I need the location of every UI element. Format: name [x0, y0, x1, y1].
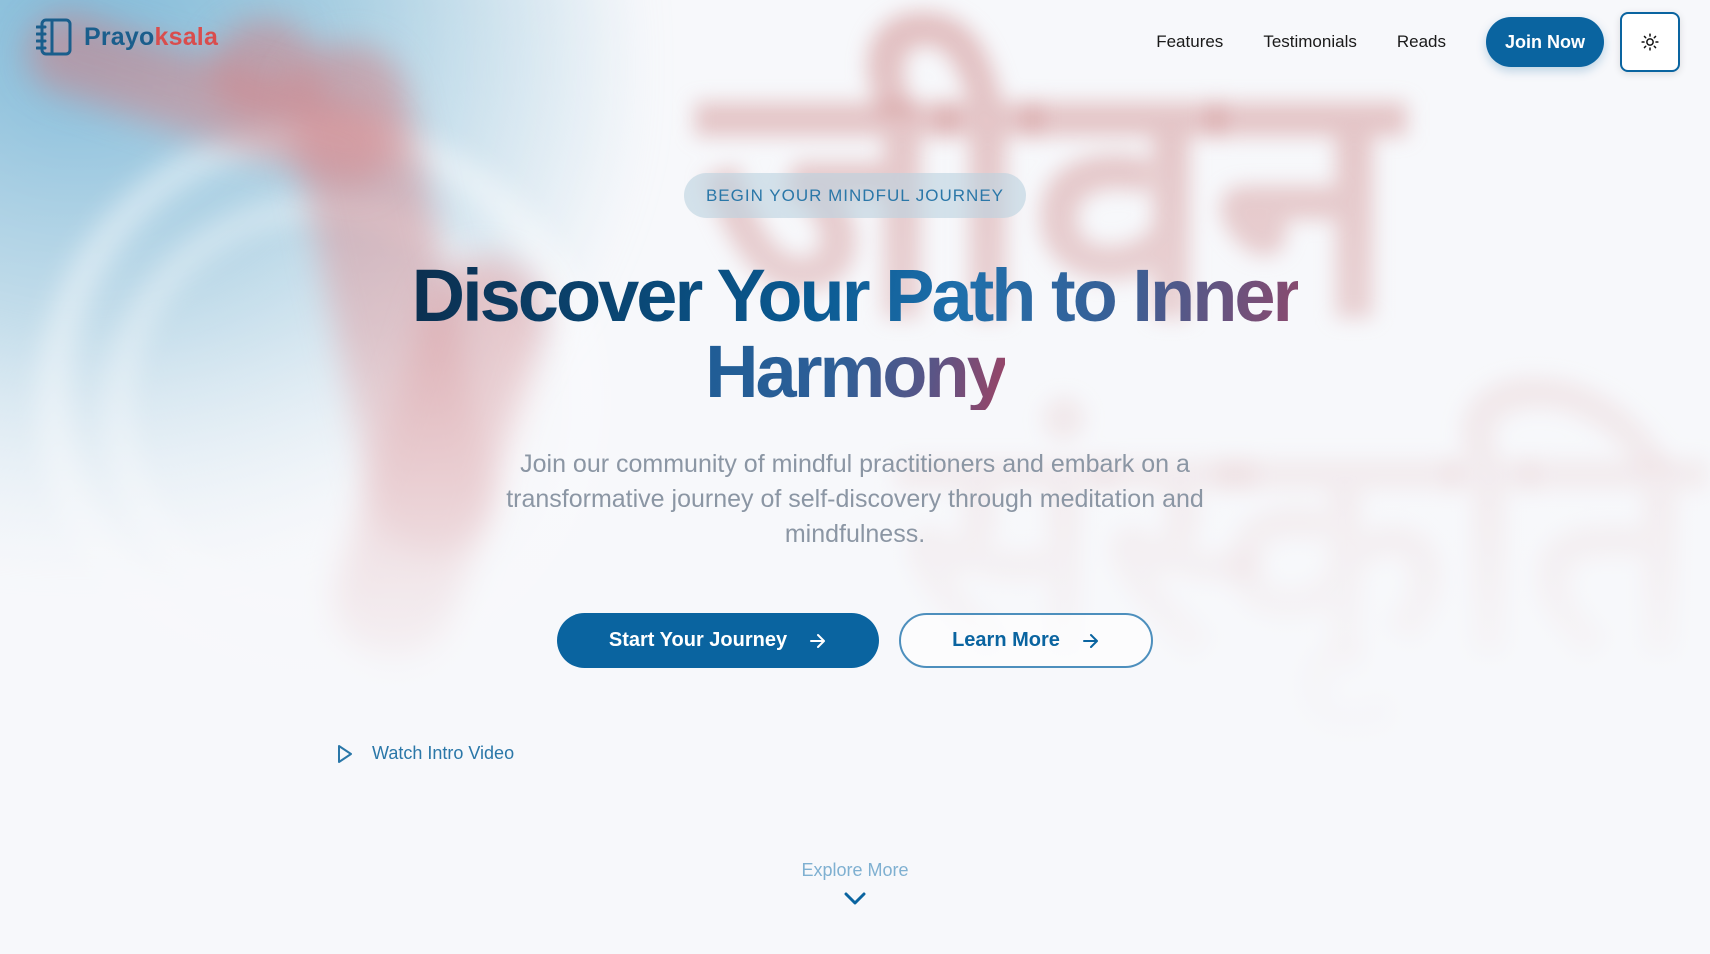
start-journey-label: Start Your Journey	[608, 629, 788, 651]
sun-icon	[1641, 33, 1659, 51]
hero-headline-line2: Harmony	[705, 330, 1008, 413]
theme-toggle-button[interactable]	[1620, 12, 1680, 72]
navbar: Prayoksala Features Testimonials Reads J…	[0, 0, 1710, 76]
learn-more-button[interactable]: Learn More	[899, 613, 1153, 668]
arrow-right-icon	[1082, 633, 1098, 648]
watch-intro-video-label: Watch Intro Video	[372, 743, 515, 763]
hero-headline-line1: Discover Your Path to Inner	[411, 254, 1302, 337]
play-icon	[338, 744, 352, 763]
nav-link-features[interactable]: Features	[1156, 32, 1223, 52]
brand-logo[interactable]: Prayoksala	[36, 18, 218, 56]
watch-intro-video-link[interactable]: Watch Intro Video	[336, 743, 514, 764]
hero-subtitle: Join our community of mindful practition…	[506, 450, 1204, 548]
explore-more-label[interactable]: Explore More	[0, 860, 1710, 881]
hero-headline: Discover Your Path to Inner Harmony	[0, 258, 1710, 410]
chevron-down-icon[interactable]	[844, 892, 866, 906]
hero-badge: BEGIN YOUR MINDFUL JOURNEY	[684, 173, 1026, 218]
nav-link-reads[interactable]: Reads	[1397, 32, 1446, 52]
arrow-right-icon	[810, 633, 826, 648]
start-journey-button[interactable]: Start Your Journey	[557, 613, 879, 668]
brand-name-part1: Prayo	[84, 22, 155, 51]
brand-name: Prayoksala	[84, 23, 218, 52]
brand-name-part2: ksala	[154, 22, 219, 51]
learn-more-label: Learn More	[952, 629, 1060, 651]
notebook-icon	[36, 18, 72, 56]
join-now-button[interactable]: Join Now	[1486, 17, 1604, 67]
nav-link-testimonials[interactable]: Testimonials	[1263, 32, 1357, 52]
nav-links: Features Testimonials Reads Join Now	[1156, 12, 1710, 72]
